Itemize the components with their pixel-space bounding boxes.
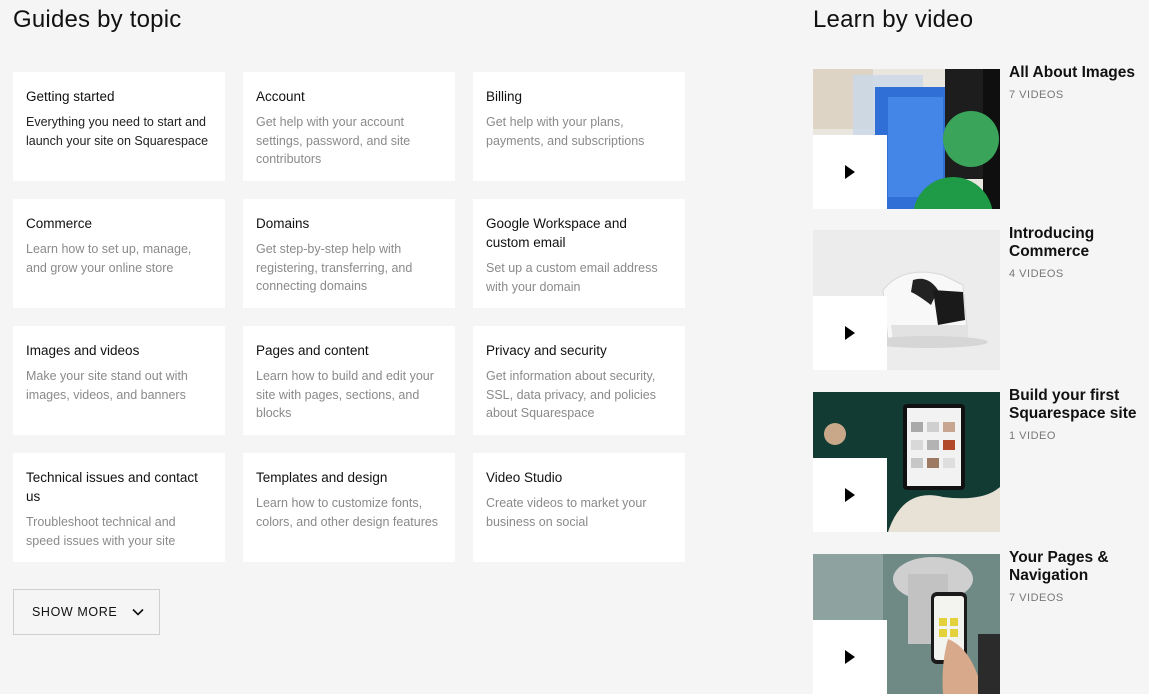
show-more-label: SHOW MORE <box>32 605 118 619</box>
guide-card-account[interactable]: Account Get help with your account setti… <box>243 72 455 181</box>
guide-card-description: Get help with your account settings, pas… <box>256 115 411 166</box>
video-title: Build your first Squarespace site <box>1009 387 1137 422</box>
play-button[interactable] <box>813 620 887 694</box>
guide-card-description: Troubleshoot technical and speed issues … <box>26 515 176 548</box>
guide-card-video-studio[interactable]: Video Studio Create videos to market you… <box>473 453 685 562</box>
guide-card-commerce[interactable]: Commerce Learn how to set up, manage, an… <box>13 199 225 308</box>
video-count: 1 VIDEO <box>1009 430 1056 442</box>
play-button[interactable] <box>813 458 887 532</box>
video-count: 7 VIDEOS <box>1009 592 1064 604</box>
chevron-down-icon <box>131 605 145 619</box>
guide-card-billing[interactable]: Billing Get help with your plans, paymen… <box>473 72 685 181</box>
video-item-build-first-site[interactable]: Build your first Squarespace site 1 VIDE… <box>813 387 1149 532</box>
guide-card-description: Get information about security, SSL, dat… <box>486 369 657 420</box>
guides-grid: Getting started Everything you need to s… <box>13 72 685 562</box>
guide-card-getting-started[interactable]: Getting started Everything you need to s… <box>13 72 225 181</box>
guide-card-title: Video Studio <box>486 470 563 485</box>
video-thumbnail[interactable] <box>813 392 1000 532</box>
play-icon <box>845 488 855 502</box>
guide-card-description: Set up a custom email address with your … <box>486 261 658 294</box>
guide-card-description: Learn how to set up, manage, and grow yo… <box>26 242 192 275</box>
video-title: Your Pages & Navigation <box>1009 549 1109 584</box>
guide-card-title: Images and videos <box>26 343 140 358</box>
guide-card-description: Get help with your plans, payments, and … <box>486 115 645 148</box>
video-count: 4 VIDEOS <box>1009 268 1064 280</box>
guide-card-description: Create videos to market your business on… <box>486 496 647 529</box>
guides-section-title: Guides by topic <box>13 6 182 33</box>
guide-card-templates-and-design[interactable]: Templates and design Learn how to custom… <box>243 453 455 562</box>
video-title: All About Images <box>1009 64 1136 81</box>
guide-card-description: Get step-by-step help with registering, … <box>256 242 413 293</box>
guide-card-privacy-and-security[interactable]: Privacy and security Get information abo… <box>473 326 685 435</box>
guide-card-title: Privacy and security <box>486 343 607 358</box>
guide-card-google-workspace[interactable]: Google Workspace and custom email Set up… <box>473 199 685 308</box>
guide-card-description: Make your site stand out with images, vi… <box>26 369 188 402</box>
guide-card-title: Billing <box>486 89 523 104</box>
guide-card-technical-issues[interactable]: Technical issues and contact us Troubles… <box>13 453 225 562</box>
guide-card-description: Learn how to build and edit your site wi… <box>256 369 434 420</box>
video-thumbnail[interactable] <box>813 69 1000 209</box>
video-count: 7 VIDEOS <box>1009 89 1064 101</box>
guide-card-title: Google Workspace and custom email <box>486 216 627 250</box>
guide-card-title: Domains <box>256 216 310 231</box>
guide-card-title: Technical issues and contact us <box>26 470 198 504</box>
guide-card-title: Account <box>256 89 305 104</box>
guide-card-domains[interactable]: Domains Get step-by-step help with regis… <box>243 199 455 308</box>
guide-card-description: Everything you need to start and launch … <box>26 115 209 148</box>
show-more-button[interactable]: SHOW MORE <box>13 589 160 635</box>
guide-card-title: Pages and content <box>256 343 369 358</box>
play-icon <box>845 326 855 340</box>
videos-section-title: Learn by video <box>813 6 974 33</box>
video-item-pages-and-navigation[interactable]: Your Pages & Navigation 7 VIDEOS <box>813 549 1149 694</box>
play-icon <box>845 165 855 179</box>
play-button[interactable] <box>813 296 887 370</box>
guide-card-images-and-videos[interactable]: Images and videos Make your site stand o… <box>13 326 225 435</box>
video-item-all-about-images[interactable]: All About Images 7 VIDEOS <box>813 64 1149 209</box>
video-thumbnail[interactable] <box>813 554 1000 694</box>
guide-card-title: Getting started <box>26 89 115 104</box>
guide-card-pages-and-content[interactable]: Pages and content Learn how to build and… <box>243 326 455 435</box>
guide-card-title: Templates and design <box>256 470 388 485</box>
video-item-introducing-commerce[interactable]: Introducing Commerce 4 VIDEOS <box>813 225 1149 370</box>
video-title: Introducing Commerce <box>1009 225 1095 260</box>
guide-card-title: Commerce <box>26 216 93 231</box>
play-button[interactable] <box>813 135 887 209</box>
guide-card-description: Learn how to customize fonts, colors, an… <box>256 496 439 529</box>
video-thumbnail[interactable] <box>813 230 1000 370</box>
play-icon <box>845 650 855 664</box>
